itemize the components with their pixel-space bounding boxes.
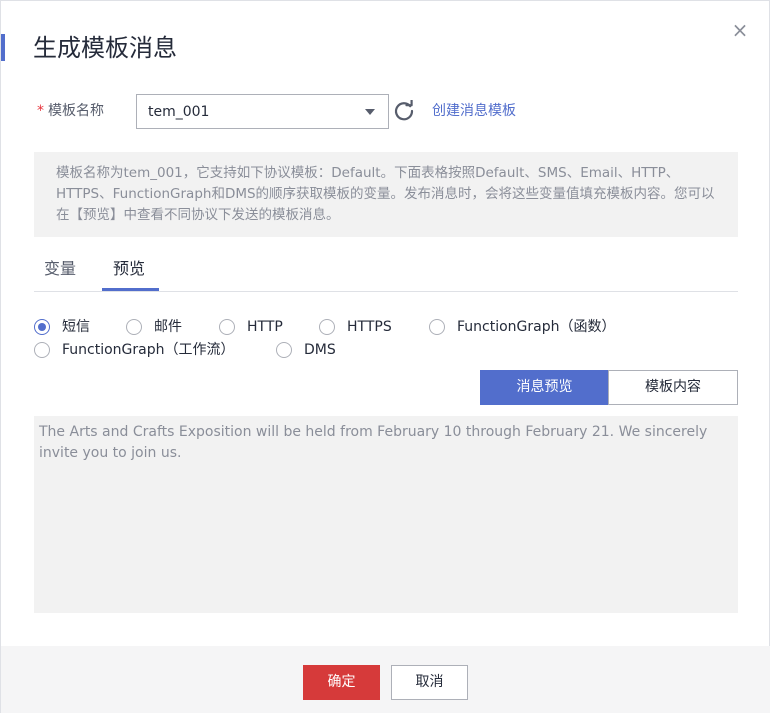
template-name-label-text: 模板名称 xyxy=(48,103,104,119)
radio-https[interactable]: HTTPS xyxy=(319,317,392,337)
tab-preview[interactable]: 预览 xyxy=(113,257,145,281)
chevron-down-icon xyxy=(365,109,375,115)
template-name-select[interactable]: tem_001 xyxy=(136,94,389,129)
radio-label: HTTPS xyxy=(347,319,392,335)
close-icon[interactable]: × xyxy=(731,19,749,41)
dialog-title: 生成模板消息 xyxy=(33,34,177,62)
radio-label: DMS xyxy=(304,342,336,358)
title-accent-bar xyxy=(1,34,5,61)
radio-circle xyxy=(126,319,142,335)
tab-variables[interactable]: 变量 xyxy=(44,257,76,281)
radio-circle xyxy=(34,342,50,358)
radio-http[interactable]: HTTP xyxy=(219,317,283,337)
radio-functiongraph-workflow[interactable]: FunctionGraph（工作流） xyxy=(34,340,235,360)
radio-email[interactable]: 邮件 xyxy=(126,317,182,337)
required-mark: * xyxy=(37,103,44,119)
template-name-select-value: tem_001 xyxy=(148,104,210,120)
radio-label: HTTP xyxy=(247,319,283,335)
radio-circle xyxy=(34,319,50,335)
radio-circle xyxy=(276,342,292,358)
radio-label: 邮件 xyxy=(154,319,182,335)
message-preview-area: The Arts and Crafts Exposition will be h… xyxy=(34,416,738,613)
generate-template-message-dialog: 生成模板消息 × * 模板名称 tem_001 创建消息模板 模板名称为tem_0… xyxy=(0,0,770,713)
tab-bar: 变量 预览 xyxy=(34,253,738,292)
info-notice: 模板名称为tem_001，它支持如下协议模板：Default。下面表格按照Def… xyxy=(34,152,738,237)
dialog-footer xyxy=(1,646,770,713)
radio-circle xyxy=(219,319,235,335)
active-tab-indicator xyxy=(102,288,159,291)
cancel-button[interactable]: 取消 xyxy=(391,665,468,700)
radio-functiongraph-function[interactable]: FunctionGraph（函数） xyxy=(429,317,616,337)
message-preview-button[interactable]: 消息预览 xyxy=(480,370,609,405)
radio-label: 短信 xyxy=(62,319,90,335)
template-name-label: * 模板名称 xyxy=(37,101,104,121)
radio-label: FunctionGraph（工作流） xyxy=(62,342,235,358)
radio-label: FunctionGraph（函数） xyxy=(457,319,616,335)
radio-dms[interactable]: DMS xyxy=(276,340,336,360)
create-template-link[interactable]: 创建消息模板 xyxy=(432,101,516,121)
radio-circle xyxy=(319,319,335,335)
template-content-button[interactable]: 模板内容 xyxy=(608,370,738,405)
radio-circle xyxy=(429,319,445,335)
radio-sms[interactable]: 短信 xyxy=(34,317,90,337)
refresh-icon[interactable] xyxy=(393,100,415,122)
confirm-button[interactable]: 确定 xyxy=(303,665,380,700)
